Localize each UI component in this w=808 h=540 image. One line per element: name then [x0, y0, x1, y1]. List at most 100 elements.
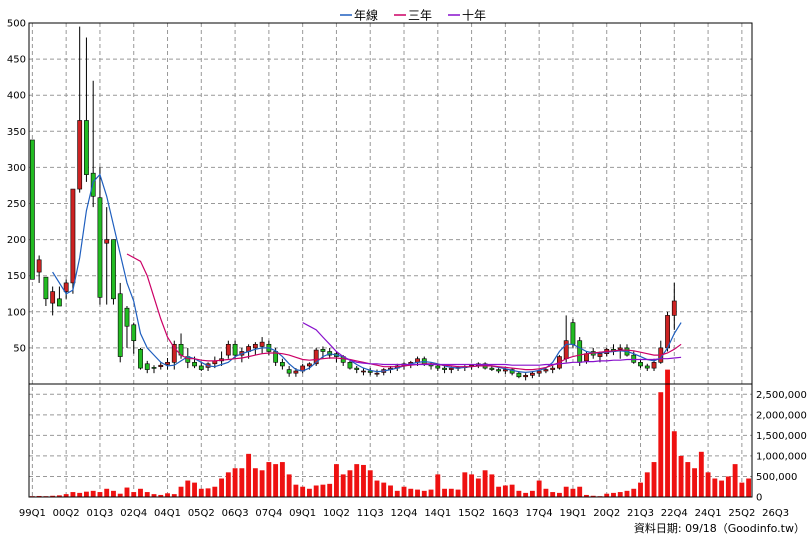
volume-bar: [131, 492, 137, 497]
volume-bar: [259, 470, 265, 497]
quarter-tick-label: 16Q3: [492, 508, 519, 519]
candle-body: [516, 372, 522, 378]
price-tick-label: 50: [13, 343, 26, 354]
candle-body: [70, 188, 76, 284]
legend-label: 三年: [408, 9, 432, 23]
volume-bar: [705, 472, 711, 497]
volume-bar: [577, 486, 583, 497]
quarter-tick-label: 25Q2: [728, 508, 755, 519]
candle-body: [496, 369, 502, 372]
quarter-axis-labels: 99Q1 00Q2 01Q3 02Q4 04Q1 05Q2 06Q3 07Q4 09Q1 10Q2…: [19, 508, 789, 519]
quarter-tick-label: 14Q1: [424, 508, 451, 519]
volume-bar: [442, 488, 447, 497]
volume-bar: [252, 468, 258, 497]
candle-body: [631, 354, 637, 363]
volume-bar: [401, 486, 407, 497]
volume-bar: [232, 468, 238, 497]
candle-body: [104, 239, 110, 244]
quarter-tick-label: 10Q2: [323, 508, 350, 519]
quarter-tick-label: 09Q1: [289, 508, 316, 519]
volume-bar: [631, 488, 637, 497]
candle-body: [584, 353, 589, 362]
volume-bar: [111, 490, 116, 497]
candle-body: [347, 362, 353, 369]
volume-bar: [90, 490, 96, 497]
volume-bar: [408, 488, 414, 497]
volume-bar: [367, 470, 373, 497]
candle-body: [43, 276, 49, 300]
candle-body: [225, 343, 231, 356]
volume-bar: [144, 492, 150, 497]
candle-body: [151, 367, 157, 369]
volume-bar: [313, 485, 319, 497]
candle-body: [90, 172, 96, 197]
candle-body: [307, 363, 312, 367]
candle-body: [671, 300, 677, 316]
candle-body: [77, 120, 83, 190]
volume-bar: [617, 492, 623, 497]
candle-body: [435, 365, 441, 369]
volume-tick-label: 2,500,000: [756, 390, 807, 401]
volume-tick-label: 1,500,000: [756, 431, 807, 442]
candle-body: [536, 370, 542, 374]
volume-bar: [739, 482, 745, 497]
volume-tick-label: 2,000,000: [756, 410, 807, 421]
volume-bar: [394, 490, 400, 497]
quarter-tick-label: 07Q4: [255, 508, 282, 519]
volume-bar: [516, 490, 522, 497]
candle-body: [502, 369, 508, 372]
candle-body: [259, 341, 265, 347]
volume-bar: [320, 484, 326, 497]
volume-bar: [178, 486, 184, 497]
volume-bar: [347, 470, 353, 497]
volume-bar: [712, 478, 718, 497]
volume-bar: [732, 464, 738, 497]
legend: 年線 三年 十年: [340, 8, 486, 23]
volume-bar: [306, 488, 312, 497]
volume-bar: [611, 492, 616, 497]
price-tick-label: 400: [7, 91, 26, 102]
volume-bar: [225, 472, 231, 497]
volume-bar: [570, 488, 576, 497]
volume-bar: [719, 480, 725, 497]
candle-body: [165, 362, 170, 365]
quarter-tick-label: 20Q2: [593, 508, 620, 519]
volume-bar: [496, 486, 502, 497]
volume-bar: [746, 478, 752, 497]
volume-bar: [293, 484, 299, 497]
volume-bar: [658, 392, 664, 497]
volume-bar: [550, 492, 556, 497]
price-tick-label: 200: [7, 235, 26, 246]
quarter-tick-label: 12Q4: [391, 508, 418, 519]
quarter-tick-label: 21Q3: [627, 508, 654, 519]
price-tick-label: 300: [7, 163, 26, 174]
candle-body: [563, 340, 569, 360]
candle-body: [651, 362, 657, 369]
volume-bar: [327, 483, 333, 497]
volume-bar: [286, 474, 292, 497]
volume-bar: [340, 474, 346, 497]
volume-bar: [124, 487, 130, 497]
volume-bar: [509, 484, 515, 497]
volume-bar: [84, 491, 89, 497]
volume-bar: [482, 470, 488, 497]
candle-body: [158, 364, 164, 367]
candle-body: [644, 365, 650, 369]
volume-bar: [165, 493, 170, 497]
volume-bar: [239, 468, 245, 497]
legend-label: 年線: [354, 8, 378, 23]
volume-tick-label: 0: [756, 493, 762, 504]
volume-bar: [556, 492, 562, 497]
quarter-tick-label: 02Q4: [120, 508, 147, 519]
candle-body: [489, 367, 495, 370]
volume-bar: [543, 488, 549, 497]
candle-body: [50, 291, 56, 304]
volume-bar: [246, 453, 252, 497]
candle-body: [530, 372, 535, 376]
candle-body: [374, 372, 380, 375]
candle-body: [232, 343, 238, 356]
volume-bar: [678, 455, 684, 497]
volume-bar: [624, 490, 630, 497]
volume-bar: [462, 472, 468, 497]
volume-bar: [219, 478, 225, 497]
